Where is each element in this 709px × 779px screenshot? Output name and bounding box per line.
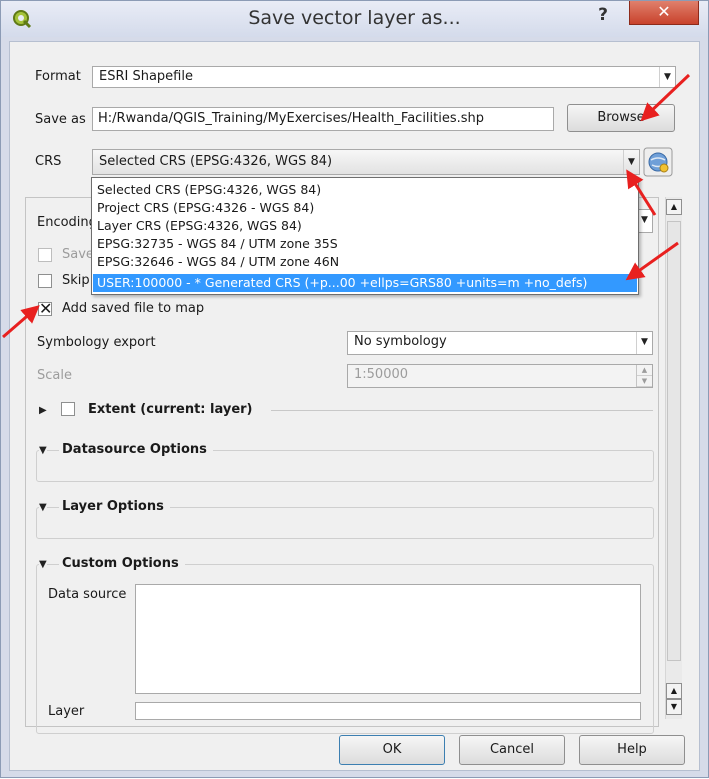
symbology-label: Symbology export — [37, 335, 156, 350]
crs-select[interactable]: Selected CRS (EPSG:4326, WGS 84) ▼ — [92, 149, 640, 175]
browse-button[interactable]: Browse — [567, 104, 675, 132]
extent-divider — [271, 410, 653, 411]
scroll-down-button[interactable]: ▼ — [666, 699, 682, 715]
format-select[interactable]: ESRI Shapefile ▼ — [92, 66, 676, 88]
format-value: ESRI Shapefile — [99, 69, 193, 84]
dropdown-arrow-icon: ▼ — [623, 150, 639, 174]
saveas-label: Save as — [35, 112, 86, 127]
symbology-value: No symbology — [354, 334, 447, 349]
scroll-up-button[interactable]: ▲ — [666, 683, 682, 699]
saveas-field[interactable]: H:/Rwanda/QGIS_Training/MyExercises/Heal… — [92, 107, 554, 131]
layer-options-title[interactable]: Layer Options — [59, 499, 170, 514]
crs-value: Selected CRS (EPSG:4326, WGS 84) — [99, 154, 333, 169]
collapse-triangle-icon[interactable]: ▼ — [39, 559, 47, 570]
expand-triangle-icon[interactable]: ▶ — [39, 405, 47, 416]
layer-label: Layer — [48, 704, 85, 719]
dropdown-arrow-icon: ▼ — [659, 67, 675, 87]
scale-value: 1:50000 — [354, 367, 409, 382]
options-scrollbar[interactable]: ▲ ▲ ▼ — [665, 197, 682, 719]
crs-globe-icon[interactable] — [643, 147, 673, 177]
save-only-selected-label: Save — [62, 247, 94, 262]
crs-option[interactable]: EPSG:32646 - WGS 84 / UTM zone 46N — [93, 253, 637, 271]
scale-label: Scale — [37, 368, 72, 383]
crs-option[interactable]: Project CRS (EPSG:4326 - WGS 84) — [93, 199, 637, 217]
dropdown-arrow-icon: ▼ — [636, 332, 652, 354]
layer-textarea[interactable] — [135, 702, 641, 720]
scroll-up-button[interactable]: ▲ — [666, 199, 682, 215]
crs-option[interactable]: Layer CRS (EPSG:4326, WGS 84) — [93, 217, 637, 235]
extent-group-title: Extent (current: layer) — [88, 402, 253, 417]
custom-options-title[interactable]: Custom Options — [59, 556, 185, 571]
collapse-triangle-icon[interactable]: ▼ — [39, 502, 47, 513]
save-only-selected-checkbox[interactable] — [38, 248, 52, 262]
skip-attribute-label: Skip — [62, 273, 90, 288]
crs-label: CRS — [35, 154, 62, 169]
save-vector-layer-dialog: Save vector layer as... ? ✕ Format ESRI … — [0, 0, 709, 778]
close-button[interactable]: ✕ — [629, 1, 699, 25]
crs-option[interactable]: EPSG:32735 - WGS 84 / UTM zone 35S — [93, 235, 637, 253]
format-label: Format — [35, 69, 81, 84]
encoding-label: Encoding — [37, 215, 97, 230]
scroll-thumb[interactable] — [667, 221, 681, 661]
extent-checkbox[interactable] — [61, 402, 75, 416]
symbology-select[interactable]: No symbology ▼ — [347, 331, 653, 355]
crs-option-selected[interactable]: USER:100000 - * Generated CRS (+p...00 +… — [93, 274, 637, 292]
title-bar[interactable]: Save vector layer as... ? ✕ — [1, 1, 708, 37]
scale-spinbox[interactable]: 1:50000 ▲ ▼ — [347, 364, 653, 388]
scale-stepper[interactable]: ▲ ▼ — [636, 365, 652, 387]
data-source-textarea[interactable] — [135, 584, 641, 694]
ok-button[interactable]: OK — [339, 735, 445, 765]
collapse-triangle-icon[interactable]: ▼ — [39, 445, 47, 456]
datasource-options-title[interactable]: Datasource Options — [59, 442, 213, 457]
crs-dropdown-list[interactable]: Selected CRS (EPSG:4326, WGS 84) Project… — [91, 177, 639, 295]
add-to-map-checkbox[interactable]: ✕ — [38, 301, 52, 317]
title-help-button[interactable]: ? — [591, 5, 615, 27]
help-button[interactable]: Help — [579, 735, 685, 765]
crs-option[interactable]: Selected CRS (EPSG:4326, WGS 84) — [93, 181, 637, 199]
add-to-map-label: Add saved file to map — [62, 301, 205, 316]
skip-attribute-checkbox[interactable] — [38, 274, 52, 288]
cancel-button[interactable]: Cancel — [459, 735, 565, 765]
data-source-label: Data source — [48, 587, 127, 602]
